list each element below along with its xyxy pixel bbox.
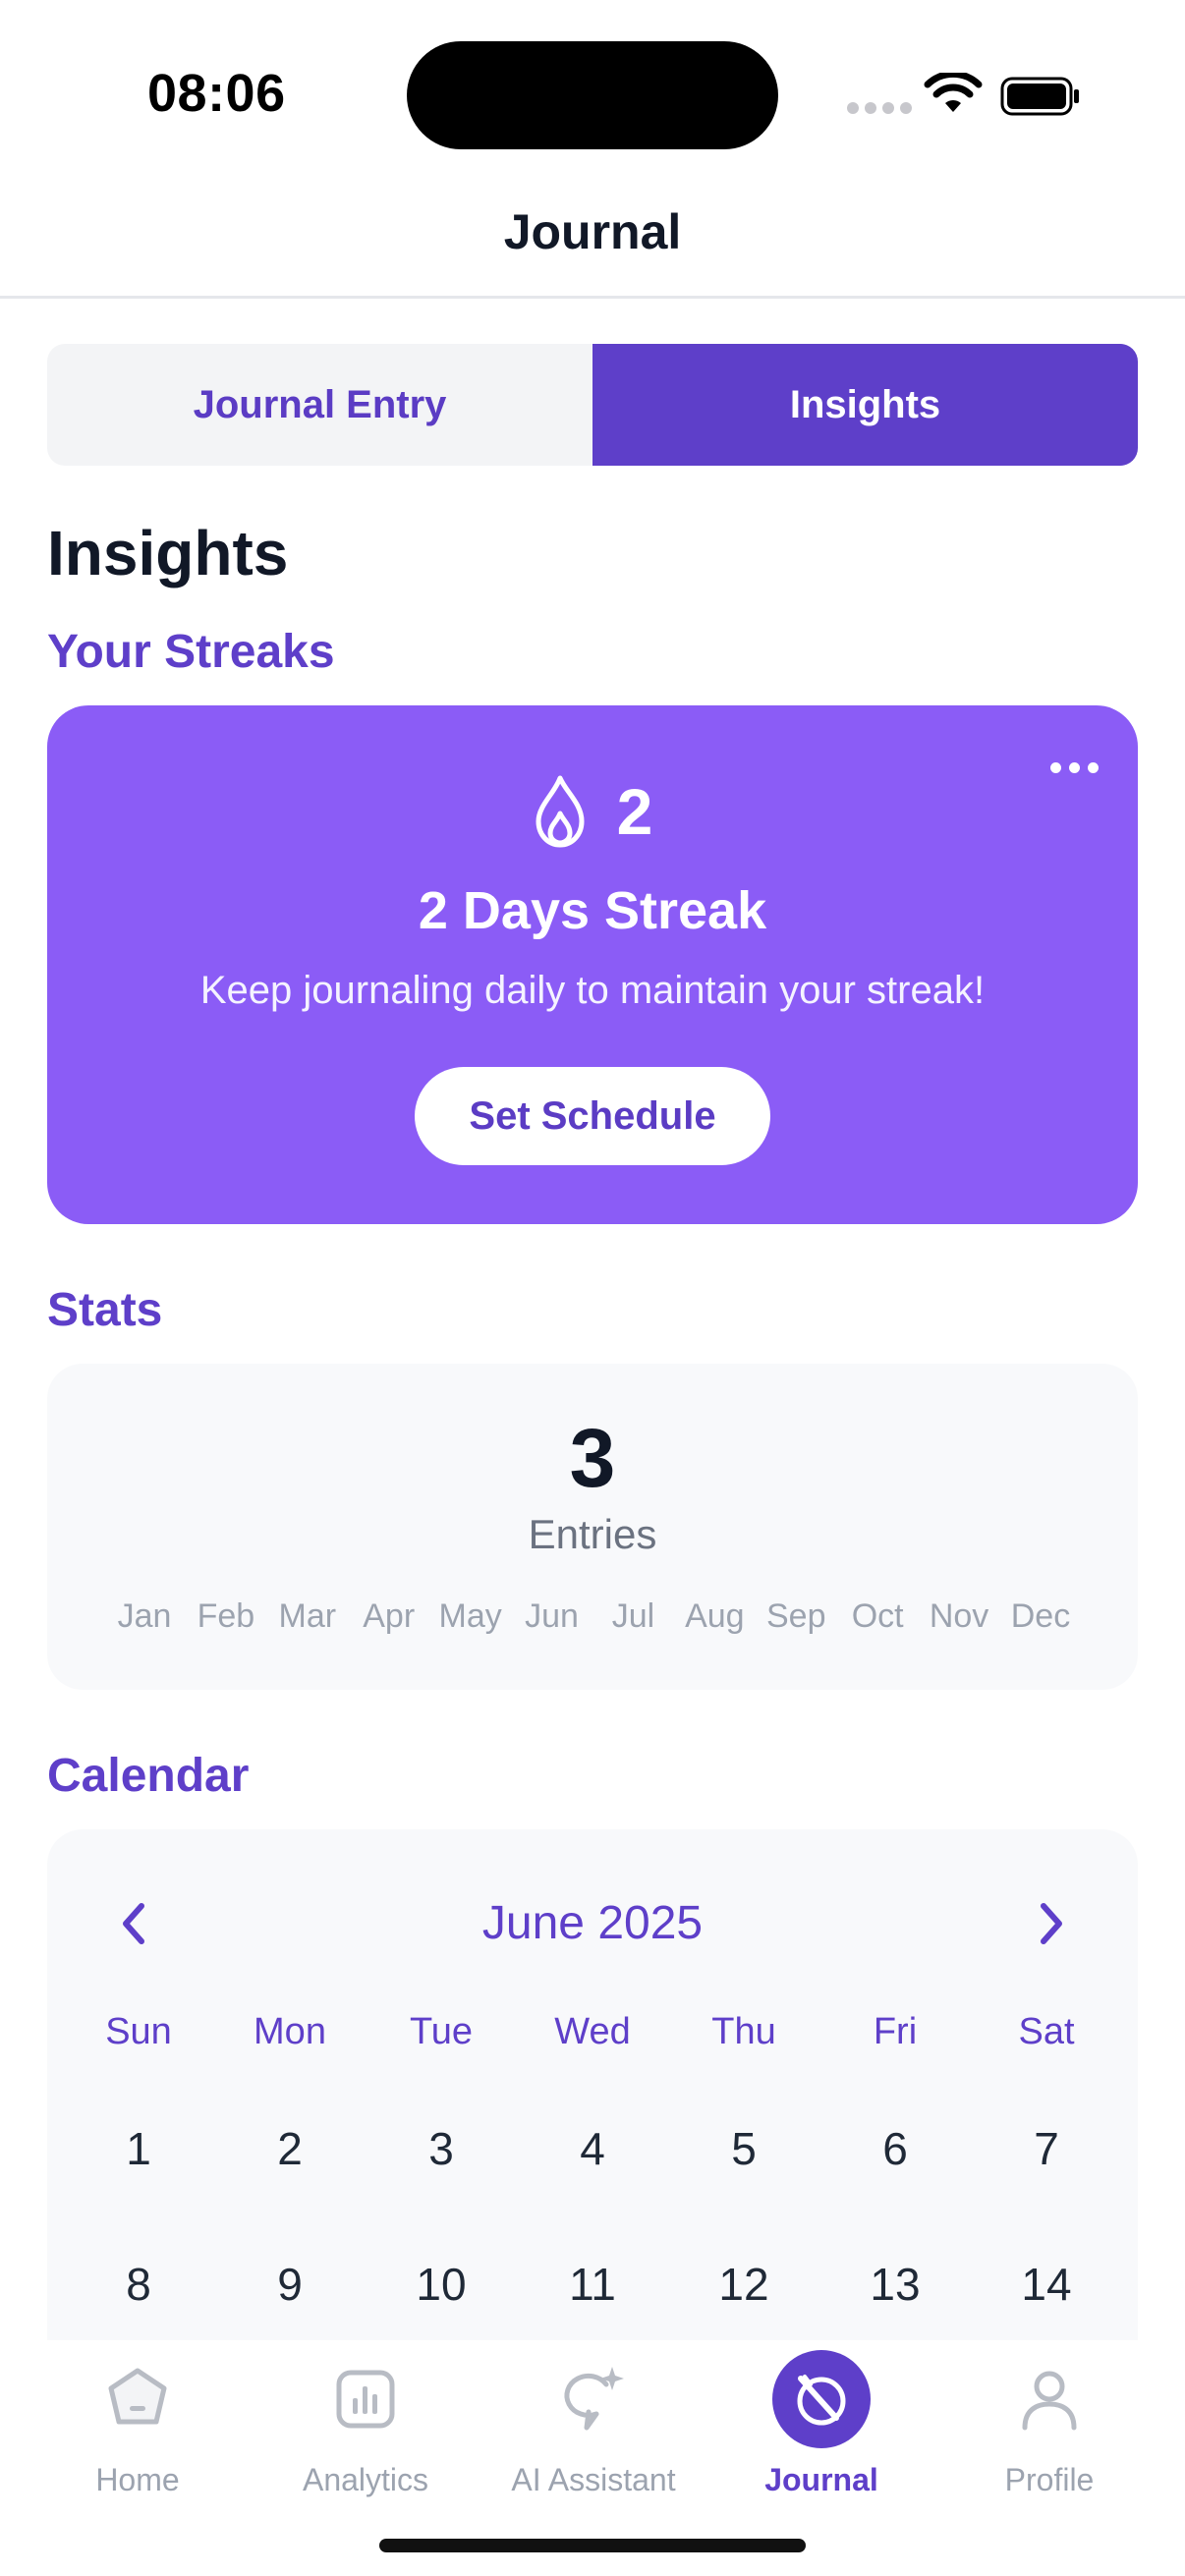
streak-count: 2 <box>616 775 653 848</box>
calendar-day[interactable]: 2 <box>214 2081 366 2216</box>
calendar-day[interactable]: 14 <box>971 2216 1122 2352</box>
ai-chat-sparkle-icon <box>544 2350 643 2448</box>
month-label: May <box>438 1597 502 1635</box>
calendar-day[interactable]: 3 <box>366 2081 517 2216</box>
home-icon <box>88 2350 187 2448</box>
journal-icon <box>772 2350 871 2448</box>
stats-section-title: Stats <box>47 1284 163 1336</box>
status-time: 08:06 <box>147 64 286 123</box>
month-labels: Jan Feb Mar Apr May Jun Jul Aug Sep Oct … <box>104 1597 1081 1636</box>
tab-label: AI Assistant <box>511 2462 676 2497</box>
analytics-icon <box>316 2350 415 2448</box>
battery-icon <box>1000 77 1079 116</box>
chevron-right-icon[interactable] <box>1028 1894 1075 1953</box>
month-label: Jul <box>611 1597 655 1635</box>
entries-count: 3 <box>569 1412 616 1504</box>
calendar-day[interactable]: 7 <box>971 2081 1122 2216</box>
calendar-day[interactable]: 13 <box>819 2216 971 2352</box>
calendar-day[interactable]: 5 <box>668 2081 819 2216</box>
stats-card: 3 Entries Jan Feb Mar Apr May Jun Jul Au… <box>47 1364 1138 1690</box>
calendar-day[interactable]: 11 <box>517 2216 668 2352</box>
calendar-day[interactable]: 6 <box>819 2081 971 2216</box>
tab-insights[interactable]: Insights <box>592 344 1138 466</box>
page-title: Insights <box>47 518 289 588</box>
calendar-card: June 2025 Sun Mon Tue Wed Thu Fri Sat 1 … <box>47 1829 1138 2340</box>
streak-title: 2 Days Streak <box>418 881 767 940</box>
tab-label: Analytics <box>302 2462 429 2497</box>
tab-journal-entry[interactable]: Journal Entry <box>47 344 592 466</box>
month-label: Apr <box>363 1597 416 1635</box>
streaks-section-title: Your Streaks <box>47 626 335 678</box>
calendar-section-title: Calendar <box>47 1750 250 1802</box>
home-indicator <box>379 2539 806 2552</box>
flame-icon <box>536 775 585 848</box>
weekday-label: Tue <box>409 2010 474 2052</box>
month-label: Sep <box>766 1597 826 1635</box>
month-label: Jan <box>117 1597 172 1635</box>
calendar-day[interactable]: 8 <box>63 2216 214 2352</box>
month-label: Nov <box>929 1597 989 1635</box>
calendar-day[interactable]: 9 <box>214 2216 366 2352</box>
tab-label: Journal <box>764 2462 878 2497</box>
calendar-month-label: June 2025 <box>481 1897 704 1949</box>
month-label: Dec <box>1010 1597 1071 1635</box>
cellular-signal-icon <box>847 102 912 114</box>
tab-journal[interactable]: Journal <box>707 2350 935 2498</box>
weekday-label: Mon <box>254 2010 326 2052</box>
tab-home[interactable]: Home <box>24 2350 252 2498</box>
calendar-grid: Sun Mon Tue Wed Thu Fri Sat 1 2 3 4 5 6 … <box>47 1983 1138 2352</box>
month-label: Mar <box>278 1597 337 1635</box>
weekday-label: Thu <box>711 2010 776 2052</box>
month-label: Oct <box>851 1597 904 1635</box>
status-bar: 08:06 <box>0 0 1185 167</box>
nav-header: Journal <box>0 167 1185 299</box>
weekday-label: Wed <box>554 2010 631 2052</box>
weekday-label: Sun <box>105 2010 172 2052</box>
month-label: Aug <box>685 1597 745 1635</box>
wifi-icon <box>924 73 983 112</box>
calendar-day[interactable]: 10 <box>366 2216 517 2352</box>
more-options-icon[interactable] <box>1050 762 1099 773</box>
weekday-label: Fri <box>873 2010 918 2052</box>
entries-label: Entries <box>528 1511 657 1557</box>
streak-subtitle: Keep journaling daily to maintain your s… <box>199 969 986 1012</box>
calendar-header: June 2025 <box>47 1884 1138 1963</box>
page-header-title: Journal <box>503 203 682 259</box>
profile-icon <box>1000 2350 1099 2448</box>
set-schedule-button[interactable]: Set Schedule <box>415 1067 770 1165</box>
tab-ai-assistant[interactable]: AI Assistant <box>480 2350 707 2498</box>
segmented-control: Journal Entry Insights <box>47 344 1138 466</box>
dynamic-island <box>407 41 778 149</box>
month-label: Feb <box>197 1597 255 1635</box>
calendar-day[interactable]: 12 <box>668 2216 819 2352</box>
calendar-day[interactable]: 4 <box>517 2081 668 2216</box>
weekday-label: Sat <box>1018 2010 1075 2052</box>
month-label: Jun <box>525 1597 579 1635</box>
streak-counter: 2 <box>47 774 1138 849</box>
tab-analytics[interactable]: Analytics <box>252 2350 480 2498</box>
tab-profile[interactable]: Profile <box>935 2350 1163 2498</box>
streak-card: 2 2 Days Streak Keep journaling daily to… <box>47 705 1138 1224</box>
tab-label: Home <box>95 2462 180 2497</box>
tab-label: Profile <box>1004 2462 1095 2497</box>
calendar-day[interactable]: 1 <box>63 2081 214 2216</box>
